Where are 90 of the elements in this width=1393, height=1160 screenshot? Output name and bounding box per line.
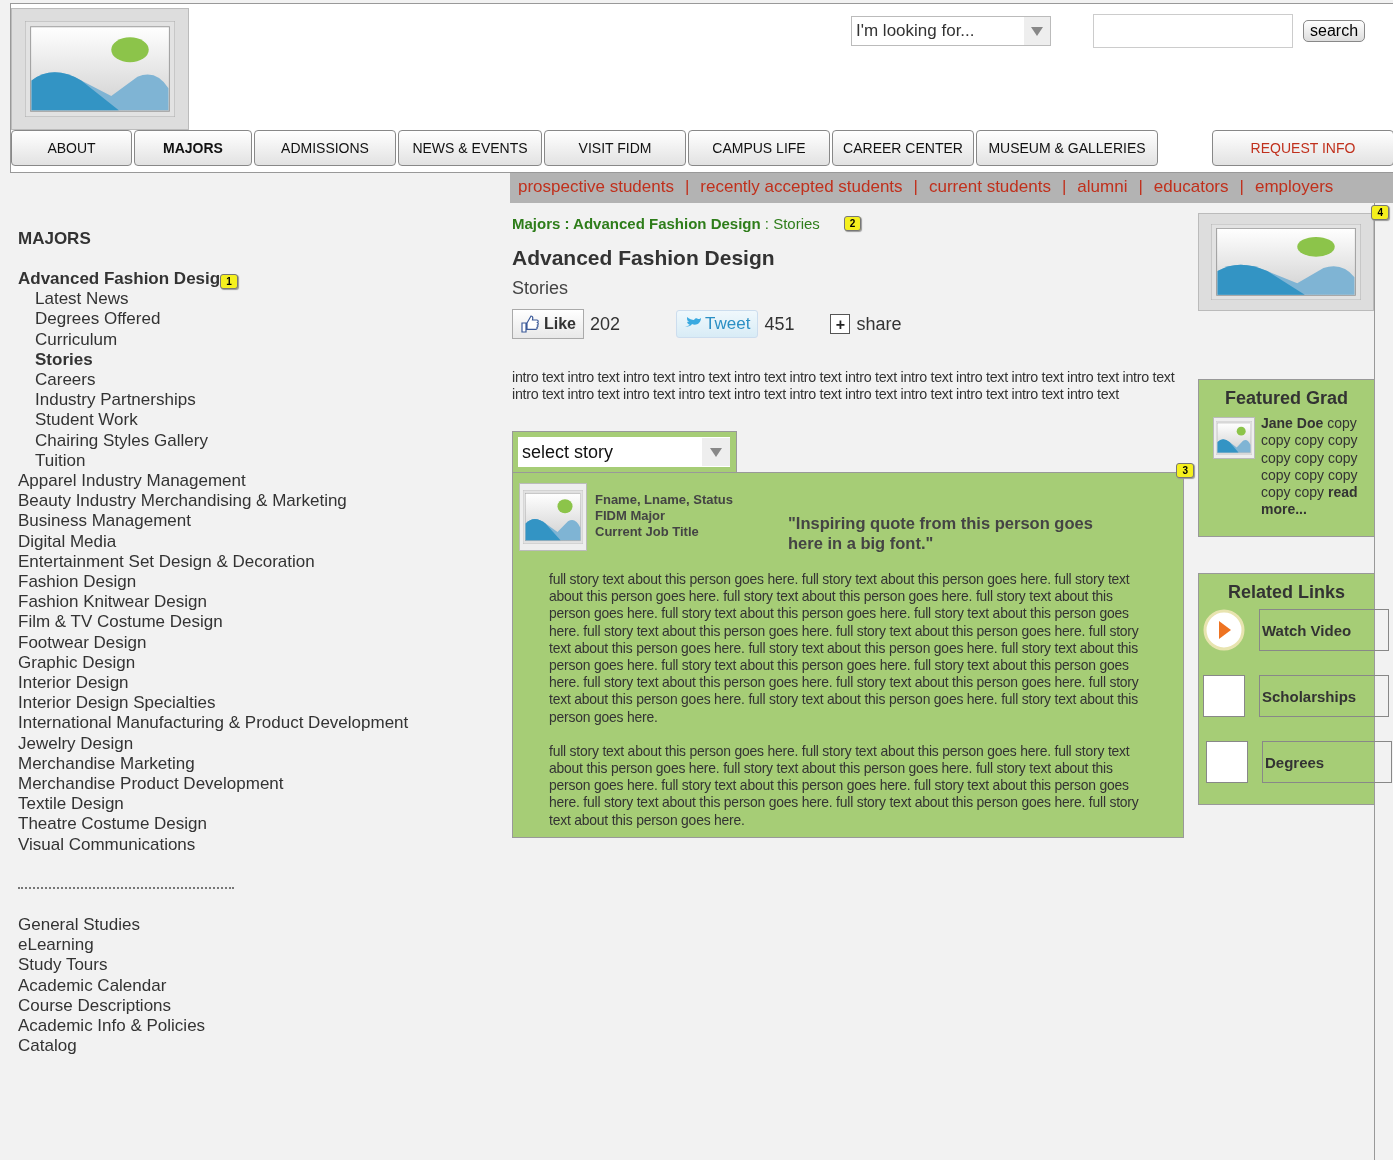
play-icon[interactable] — [1203, 609, 1245, 651]
sidebar-item[interactable]: Interior Design — [18, 673, 494, 694]
story-dropdown[interactable]: select story — [518, 437, 730, 467]
sidebar-item[interactable]: Graphic Design — [18, 652, 494, 674]
sidebar-subitem[interactable]: Chairing Styles Gallery — [18, 430, 494, 451]
sidebar-item[interactable]: Course Descriptions — [18, 995, 494, 1016]
annotation-badge: 2 — [843, 216, 862, 231]
separator: | — [912, 177, 919, 197]
nav-tab[interactable]: CAMPUS LIFE — [688, 130, 830, 166]
featured-grad-text: Jane Doe copy copy copy copy copy copy copy copy copy copy copy copy read more... — [1261, 415, 1359, 519]
dropdown-arrow-icon — [1031, 26, 1043, 36]
sidebar-subitem[interactable]: Industry Partnerships — [18, 390, 494, 411]
sidebar-item[interactable]: Entertainment Set Design & Decoration — [18, 551, 494, 573]
dropdown-arrow-icon — [710, 447, 722, 457]
link-thumbnail — [1206, 741, 1248, 783]
nav-tab[interactable]: MAJORS — [134, 130, 252, 166]
story-quote: "Inspiring quote from this person goes here in a big font." — [788, 513, 1094, 553]
image-placeholder-icon — [1211, 224, 1361, 300]
related-link[interactable]: Watch Video — [1259, 609, 1389, 651]
thumbs-up-icon — [520, 314, 540, 334]
related-link[interactable]: Degrees — [1262, 741, 1392, 783]
nav-tab[interactable]: ABOUT — [11, 130, 132, 166]
person-major: FIDM Major — [595, 508, 667, 524]
link-thumbnail — [1203, 675, 1245, 717]
sidebar-item[interactable]: Academic Info & Policies — [18, 1015, 494, 1037]
sidebar-subitem[interactable]: Latest News — [18, 289, 494, 310]
image-placeholder-icon — [1216, 421, 1252, 455]
page-subheading: Stories — [512, 278, 570, 299]
card-title: Related Links — [1226, 582, 1346, 603]
sidebar-subitem[interactable]: Careers — [18, 370, 494, 391]
page-heading: Advanced Fashion Design — [512, 246, 776, 270]
sidebar-item[interactable]: Fashion Knitwear Design — [18, 592, 494, 613]
sidebar-item[interactable]: Beauty Industry Merchandising & Marketing — [18, 491, 494, 512]
person-job-title: Current Job Title — [595, 524, 700, 540]
sidebar-subitem[interactable]: Stories — [18, 349, 494, 370]
separator: | — [683, 177, 691, 197]
story-paragraph: full story text about this person goes here. full story text about this person goes here. full story text about this person goes here. full story text about this person goes here. full story text about this person goes here. full story text about this person goes here. full story text about this person goes here. full story text about this person goes here. full story text about this person goes here. full story text about this person goes here. — [549, 742, 1140, 829]
related-link[interactable]: Scholarships — [1259, 675, 1389, 717]
share-button[interactable]: + — [830, 314, 851, 334]
sidebar-item[interactable]: Film & TV Costume Design — [18, 612, 494, 633]
sidebar-item[interactable]: International Manufacturing & Product Development — [18, 713, 494, 734]
annotation-badge: 1 — [220, 274, 238, 289]
request-info-button[interactable]: REQUEST INFO — [1212, 130, 1393, 166]
like-count: 202 — [590, 313, 621, 335]
sidebar-item[interactable]: Theatre Costume Design — [18, 814, 494, 835]
separator: | — [1137, 177, 1144, 197]
sidebar-item[interactable]: Business Management — [18, 511, 494, 532]
sidebar-item[interactable]: Merchandise Marketing — [18, 753, 494, 775]
sidebar-item[interactable]: Jewelry Design — [18, 733, 494, 754]
sidebar-item[interactable]: Catalog — [18, 1036, 494, 1057]
intro-text: intro text intro text intro text intro text intro text intro text intro text intro text intro text intro text intro text intro text intro text intro text intro text intro text intro text intro text intro text intro text intro text intro text intro text — [512, 369, 1176, 403]
sidebar-title: MAJORS — [18, 229, 92, 249]
nav-tab[interactable]: NEWS & EVENTS — [398, 130, 542, 166]
sidebar-item[interactable]: Footwear Design — [18, 632, 494, 653]
breadcrumb: Majors : Advanced Fashion Design : Stories — [512, 215, 820, 232]
nav-tab[interactable]: CAREER CENTER — [832, 130, 974, 166]
sidebar-item[interactable]: Study Tours — [18, 955, 494, 976]
nav-tab[interactable]: MUSEUM & GALLERIES — [976, 130, 1158, 166]
like-button[interactable]: Like — [512, 309, 584, 339]
lookup-dropdown[interactable]: I'm looking for... — [851, 16, 1051, 46]
sidebar-item[interactable]: Interior Design Specialties — [18, 693, 494, 714]
sidebar-item[interactable]: Advanced Fashion Desig — [18, 269, 221, 290]
nav-tab[interactable]: VISIT FIDM — [544, 130, 686, 166]
story-paragraph: full story text about this person goes here. full story text about this person goes here. full story text about this person goes here. full story text about this person goes here. full story text about this person goes here. full story text about this person goes here. full story text about this person goes here. full story text about this person goes here. full story text about this person goes here. full story text about this person goes here. full story text about this person goes here. full story text about this person goes here. full story text about this person goes here. full story text about this person goes here. full story text about this person goes here. full story text about this person goes here. full story text about this person goes here. full story text about this person goes here. full story text about this person goes here. — [549, 571, 1140, 726]
logo-placeholder-icon — [25, 21, 175, 117]
sidebar-item[interactable]: Merchandise Product Development — [18, 774, 494, 795]
sidebar-item[interactable]: Visual Communications — [18, 834, 494, 855]
sidebar-subitem[interactable]: Tuition — [18, 450, 494, 472]
share-label: share — [856, 313, 902, 335]
sidebar-subitem[interactable]: Student Work — [18, 410, 494, 431]
separator: | — [1238, 177, 1245, 197]
sidebar-item[interactable]: eLearning — [18, 935, 494, 956]
person-name: Fname, Lname, Status — [595, 492, 733, 508]
tweet-count: 451 — [764, 313, 795, 335]
search-field[interactable] — [1093, 14, 1293, 48]
annotation-badge: 4 — [1371, 205, 1389, 220]
sidebar-item[interactable]: General Studies — [18, 914, 494, 936]
sidebar-subitem[interactable]: Curriculum — [18, 329, 494, 350]
sidebar-subitem[interactable]: Degrees Offered — [18, 309, 494, 330]
sidebar-item[interactable]: Digital Media — [18, 531, 494, 552]
nav-tab[interactable]: ADMISSIONS — [254, 130, 396, 166]
image-placeholder-icon — [523, 490, 583, 544]
search-button[interactable]: search — [1303, 20, 1366, 42]
sidebar-item[interactable]: Academic Calendar — [18, 975, 494, 996]
card-title: Featured Grad — [1224, 388, 1349, 409]
annotation-badge: 3 — [1176, 463, 1194, 478]
separator: | — [1060, 177, 1068, 197]
sidebar-item[interactable]: Apparel Industry Management — [18, 471, 494, 492]
sidebar-item[interactable]: Textile Design — [18, 794, 494, 815]
sidebar-item[interactable]: Fashion Design — [18, 572, 494, 593]
